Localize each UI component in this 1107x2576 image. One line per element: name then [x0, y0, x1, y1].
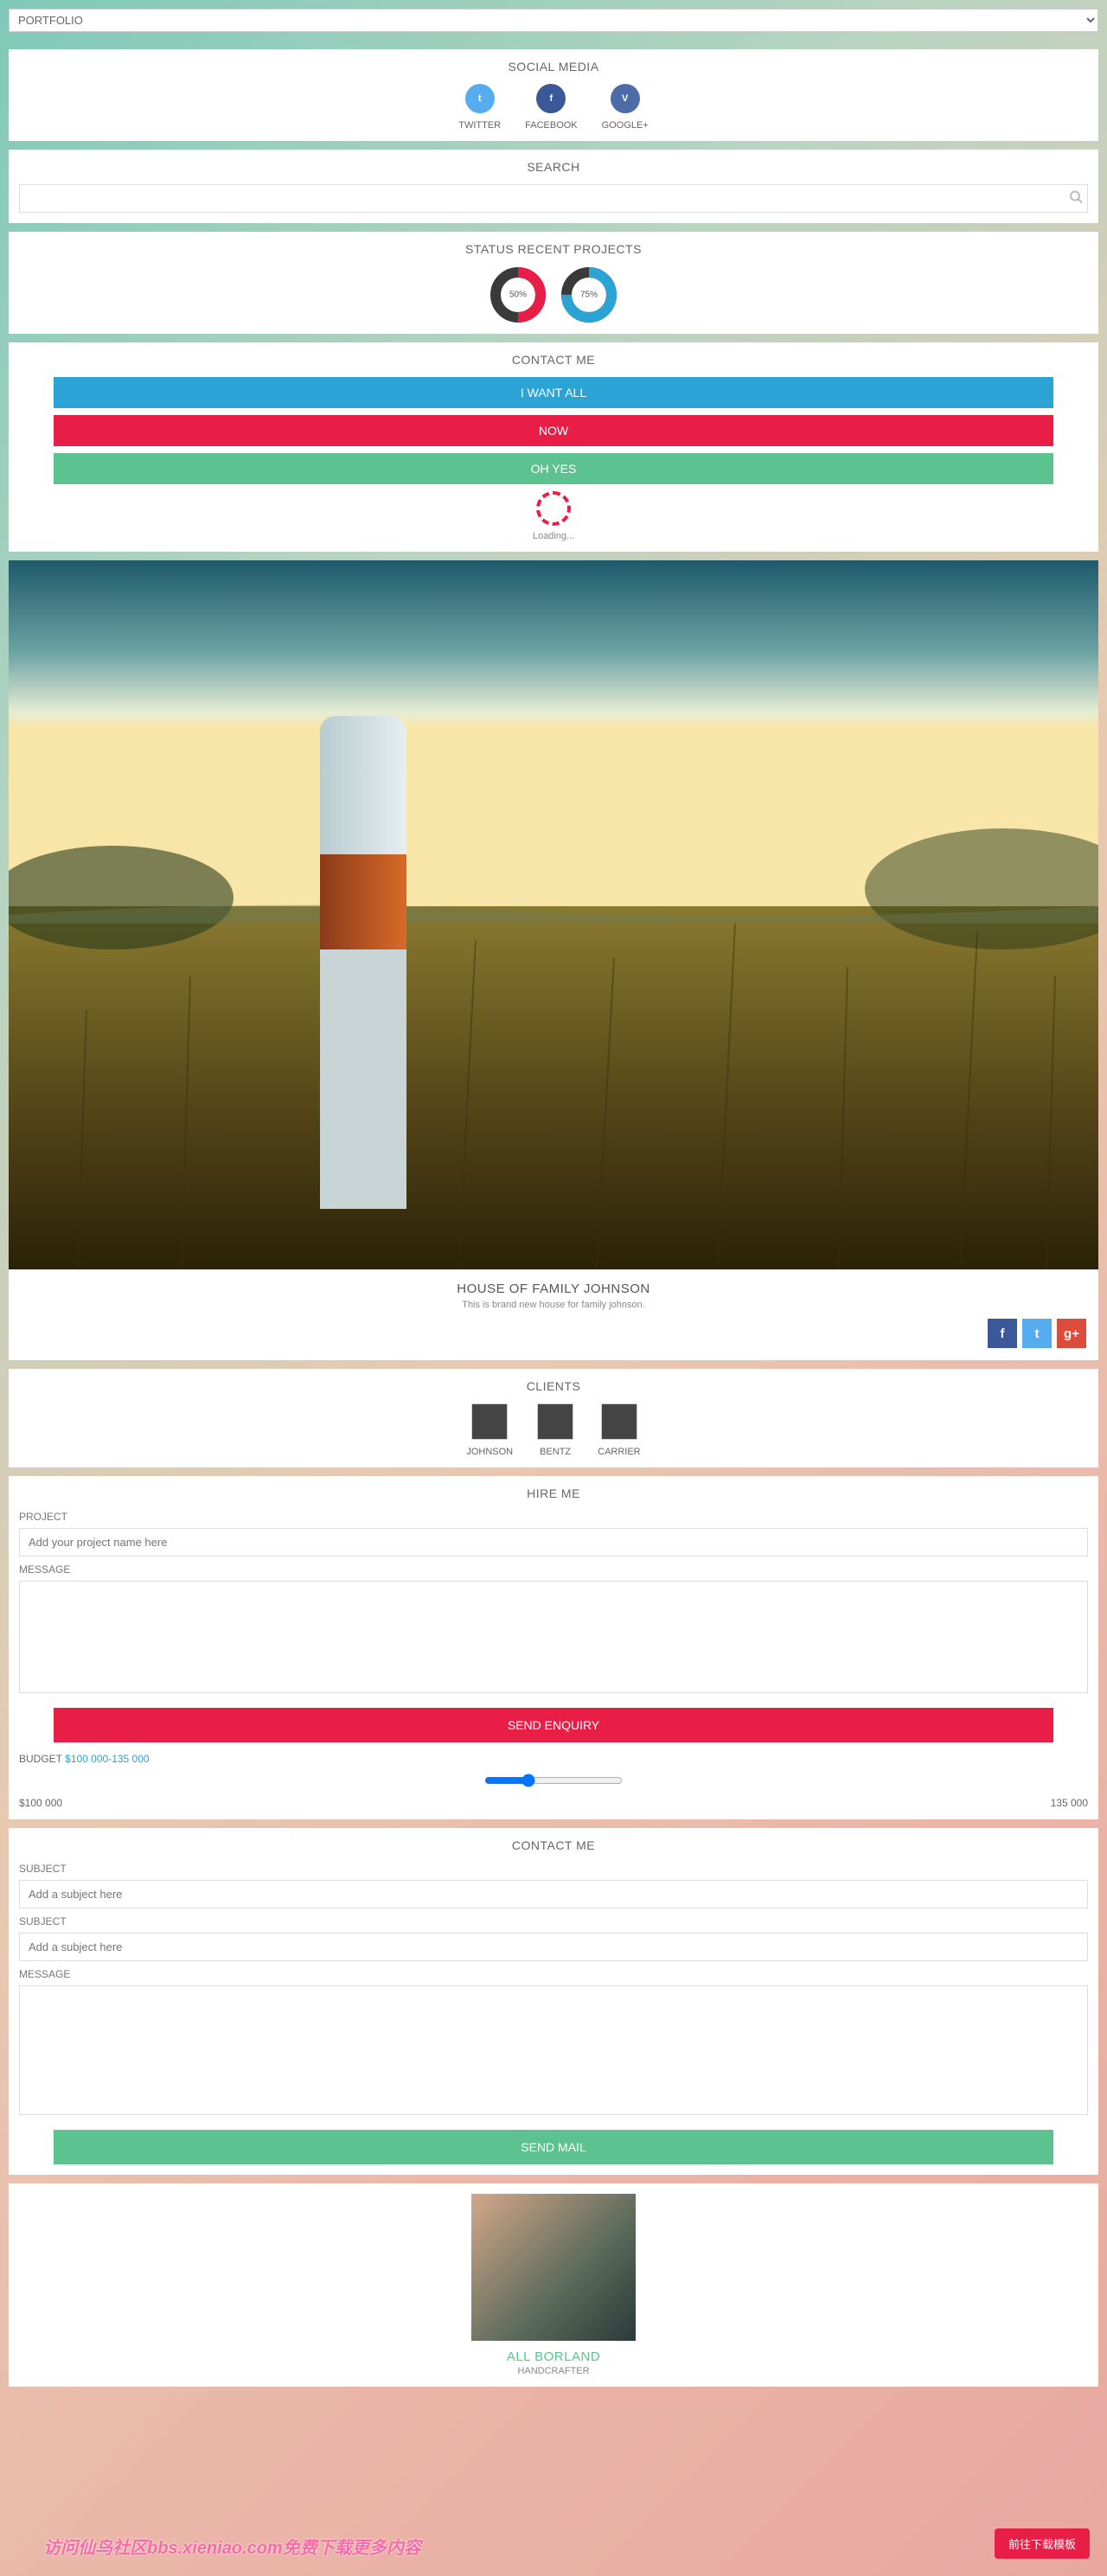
- social-label: GOOGLE+: [602, 120, 649, 131]
- social-media-panel: SOCIAL MEDIA t TWITTER f FACEBOOK V GOOGLE+: [9, 49, 1098, 141]
- client-carrier[interactable]: CARRIER: [598, 1403, 641, 1457]
- donut-label: 50%: [509, 291, 527, 300]
- avatar: [471, 1403, 508, 1440]
- social-item-twitter[interactable]: t TWITTER: [458, 84, 501, 131]
- contact-message-textarea[interactable]: [19, 1985, 1088, 2115]
- client-name: BENTZ: [537, 1447, 573, 1457]
- social-label: FACEBOOK: [525, 120, 578, 131]
- footer-profile-panel: ALL BORLAND HANDCRAFTER: [9, 2183, 1098, 2387]
- project-input[interactable]: [19, 1528, 1088, 1556]
- donut-label: 75%: [580, 291, 598, 300]
- social-media-title: SOCIAL MEDIA: [19, 60, 1088, 74]
- now-button[interactable]: NOW: [54, 415, 1053, 446]
- google+-icon: V: [611, 84, 640, 113]
- client-johnson[interactable]: JOHNSON: [466, 1403, 513, 1457]
- subject-input-1[interactable]: [19, 1880, 1088, 1908]
- contact-form-panel: CONTACT ME SUBJECT SUBJECT MESSAGE SEND …: [9, 1828, 1098, 2175]
- subject-label-1: SUBJECT: [19, 1863, 1088, 1875]
- hire-message-label: MESSAGE: [19, 1563, 1088, 1576]
- hero-title: HOUSE OF FAMILY JOHNSON: [9, 1282, 1098, 1296]
- oh-yes-button[interactable]: OH YES: [54, 453, 1053, 484]
- social-item-facebook[interactable]: f FACEBOOK: [525, 84, 578, 131]
- budget-value: $100 000-135 000: [65, 1753, 149, 1765]
- client-name: CARRIER: [598, 1447, 641, 1457]
- footer-name: ALL BORLAND: [19, 2349, 1088, 2364]
- budget-slider[interactable]: [484, 1774, 623, 1787]
- contact-me-panel: CONTACT ME I WANT ALL NOW OH YES Loading..…: [9, 342, 1098, 552]
- hire-me-title: HIRE ME: [19, 1486, 1088, 1500]
- budget-max: 135 000: [1051, 1797, 1088, 1809]
- subject-label-2: SUBJECT: [19, 1915, 1088, 1927]
- hero-panel: HOUSE OF FAMILY JOHNSON This is brand ne…: [9, 560, 1098, 1360]
- subject-input-2[interactable]: [19, 1933, 1088, 1961]
- share-google-plus-icon[interactable]: g+: [1057, 1319, 1086, 1348]
- send-enquiry-button[interactable]: SEND ENQUIRY: [54, 1708, 1053, 1742]
- status-panel: STATUS RECENT PROJECTS 50% 75%: [9, 232, 1098, 334]
- clients-panel: CLIENTS JOHNSON BENTZ CARRIER: [9, 1369, 1098, 1467]
- share-twitter-icon[interactable]: t: [1022, 1319, 1052, 1348]
- donut-1: 75%: [560, 266, 617, 323]
- footer-portrait: [471, 2194, 636, 2341]
- search-input[interactable]: [19, 184, 1088, 213]
- download-template-button[interactable]: 前往下载模板: [995, 2528, 1090, 2559]
- loading-spinner-icon: [536, 491, 571, 526]
- send-mail-button[interactable]: SEND MAIL: [54, 2130, 1053, 2164]
- clients-title: CLIENTS: [19, 1379, 1088, 1393]
- client-name: JOHNSON: [466, 1447, 513, 1457]
- hero-subtitle: This is brand new house for family johns…: [9, 1300, 1098, 1310]
- hire-message-textarea[interactable]: [19, 1581, 1088, 1693]
- budget-label: BUDGET: [19, 1753, 62, 1765]
- social-label: TWITTER: [458, 120, 501, 131]
- hero-image: [9, 560, 1098, 1269]
- avatar: [601, 1403, 637, 1440]
- budget-min: $100 000: [19, 1797, 62, 1809]
- loading-text: Loading...: [19, 531, 1088, 541]
- donut-0: 50%: [490, 266, 547, 323]
- contact-form-title: CONTACT ME: [19, 1838, 1088, 1852]
- search-title: SEARCH: [19, 160, 1088, 174]
- share-facebook-icon[interactable]: f: [988, 1319, 1017, 1348]
- facebook-icon: f: [536, 84, 566, 113]
- footer-role: HANDCRAFTER: [19, 2366, 1088, 2376]
- project-label: PROJECT: [19, 1511, 1088, 1523]
- client-bentz[interactable]: BENTZ: [537, 1403, 573, 1457]
- hire-me-panel: HIRE ME PROJECT MESSAGE SEND ENQUIRY BUD…: [9, 1476, 1098, 1819]
- contact-message-label: MESSAGE: [19, 1968, 1088, 1980]
- social-item-google+[interactable]: V GOOGLE+: [602, 84, 649, 131]
- contact-me-title: CONTACT ME: [19, 353, 1088, 367]
- i-want-all-button[interactable]: I WANT ALL: [54, 377, 1053, 408]
- watermark-text: 访问仙鸟社区bbs.xieniao.com免费下载更多内容: [43, 2534, 421, 2559]
- portfolio-select[interactable]: PORTFOLIO: [9, 9, 1098, 32]
- search-panel: SEARCH: [9, 150, 1098, 223]
- status-title: STATUS RECENT PROJECTS: [19, 242, 1088, 256]
- avatar: [537, 1403, 573, 1440]
- twitter-icon: t: [465, 84, 495, 113]
- search-icon[interactable]: [1069, 189, 1083, 208]
